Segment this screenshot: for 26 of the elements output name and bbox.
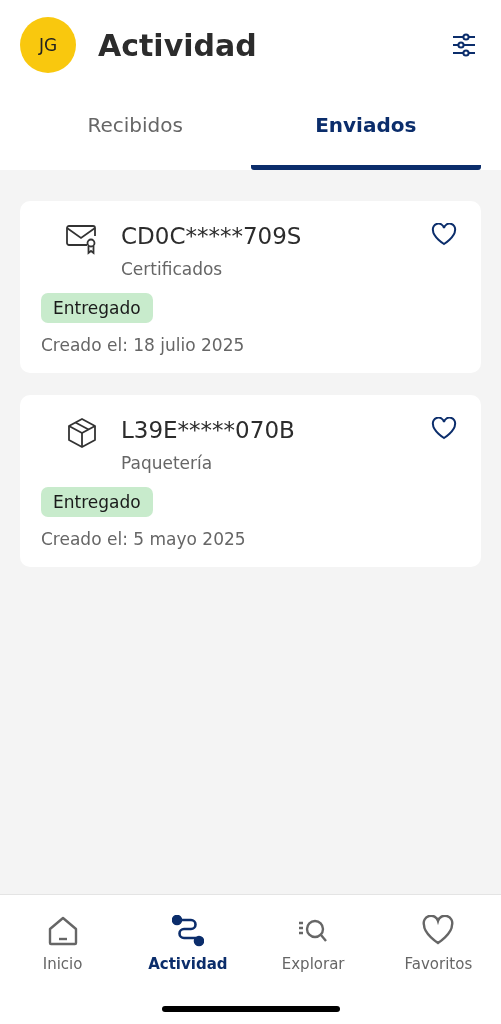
envelope-ribbon-icon <box>65 223 99 255</box>
shipment-card[interactable]: L39E*****070B Paquetería Entregado Creado el: 5 mayo 2025 <box>20 395 481 567</box>
shipment-category: Paquetería <box>121 453 214 473</box>
heart-icon[interactable] <box>431 417 457 441</box>
heart-icon <box>422 915 455 947</box>
shipment-card[interactable]: CD0C*****709S Certificados Entregado Creado el: 18 julio 2025 <box>20 201 481 373</box>
page-title: Actividad <box>98 27 258 63</box>
created-date: Creado el: 18 julio 2025 <box>41 335 245 355</box>
filter-icon[interactable] <box>451 32 477 58</box>
tracking-code: CD0C*****709S <box>121 223 303 249</box>
route-icon <box>171 915 204 947</box>
avatar[interactable]: JG <box>20 17 76 73</box>
nav-item[interactable]: Inicio <box>0 915 126 975</box>
created-date: Creado el: 5 mayo 2025 <box>41 529 246 549</box>
status-badge: Entregado <box>41 293 153 323</box>
heart-icon[interactable] <box>431 223 457 247</box>
status-badge: Entregado <box>41 487 153 517</box>
tab[interactable]: Enviados <box>250 102 481 170</box>
tab[interactable]: Recibidos <box>20 102 251 170</box>
home-icon <box>46 915 79 947</box>
box-icon <box>65 417 99 449</box>
tracking-code: L39E*****070B <box>121 417 296 443</box>
nav-item[interactable]: Favoritos <box>375 915 501 975</box>
nav-item[interactable]: Explorar <box>250 915 376 975</box>
shipment-category: Certificados <box>121 259 224 279</box>
nav-item[interactable]: Actividad <box>125 915 251 975</box>
